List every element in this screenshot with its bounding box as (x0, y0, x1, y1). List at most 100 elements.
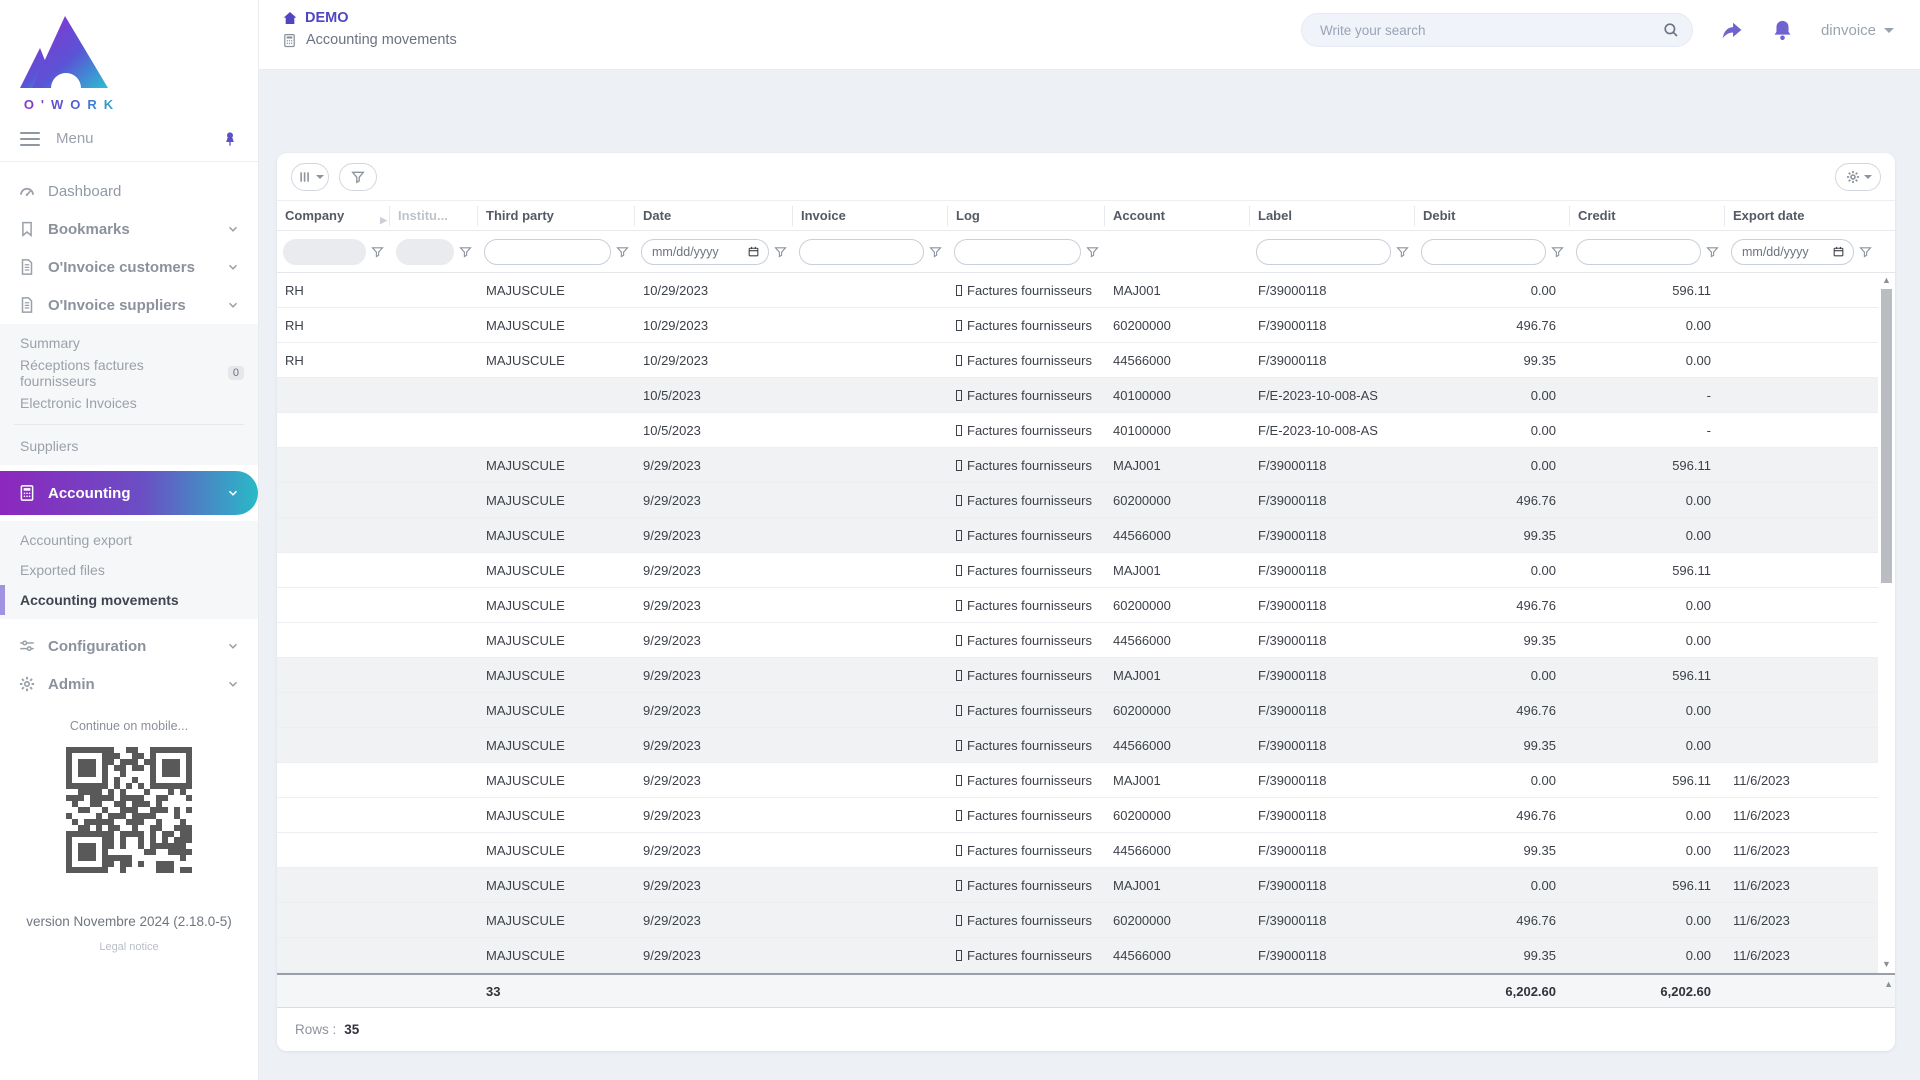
cell-export-date: 11/6/2023 (1725, 773, 1878, 788)
sidebar-item-label: Admin (48, 676, 226, 693)
sidebar-item-accounting-export[interactable]: Accounting export (0, 525, 258, 555)
column-header-label[interactable]: Label (1250, 206, 1415, 226)
funnel-icon[interactable] (1550, 244, 1566, 260)
credit-filter-input[interactable] (1576, 239, 1701, 265)
column-header-date[interactable]: Date (635, 206, 793, 226)
table-row[interactable]: RH MAJUSCULE 10/29/2023 Factures fournis… (277, 273, 1878, 308)
invoice-filter-input[interactable] (799, 239, 924, 265)
table-row[interactable]: MAJUSCULE 9/29/2023 Factures fournisseur… (277, 903, 1878, 938)
table-row[interactable]: MAJUSCULE 9/29/2023 Factures fournisseur… (277, 658, 1878, 693)
pin-menu-icon[interactable] (222, 131, 238, 147)
totals-row: 33 6,202.60 6,202.60 ▲ (277, 973, 1895, 1007)
column-header-account[interactable]: Account (1105, 206, 1250, 226)
user-menu[interactable]: dinvoice (1821, 22, 1894, 39)
table-row[interactable]: MAJUSCULE 9/29/2023 Factures fournisseur… (277, 553, 1878, 588)
sidebar-item-accounting-movements[interactable]: Accounting movements (0, 585, 258, 615)
scrollbar-thumb[interactable] (1881, 289, 1892, 583)
column-header-third-party[interactable]: Third party (478, 206, 635, 226)
export-date-filter-input[interactable]: mm/dd/yyyy (1731, 239, 1854, 265)
column-header-log[interactable]: Log (948, 206, 1105, 226)
column-header-company[interactable]: Company▶ (277, 206, 390, 226)
mobile-zone: Continue on mobile... (0, 719, 258, 878)
cell-credit: - (1570, 423, 1725, 438)
sidebar-item-oinvoice-suppliers[interactable]: O'Invoice suppliers (0, 286, 258, 324)
table-row[interactable]: RH MAJUSCULE 10/29/2023 Factures fournis… (277, 308, 1878, 343)
table-row[interactable]: MAJUSCULE 9/29/2023 Factures fournisseur… (277, 693, 1878, 728)
cell-credit: 0.00 (1570, 913, 1725, 928)
breadcrumb-root[interactable]: DEMO (282, 10, 1301, 26)
table-row[interactable]: MAJUSCULE 9/29/2023 Factures fournisseur… (277, 728, 1878, 763)
table-row[interactable]: MAJUSCULE 9/29/2023 Factures fournisseur… (277, 448, 1878, 483)
brand-wordmark: O'WORK (18, 97, 126, 112)
third-party-filter-input[interactable] (484, 239, 611, 265)
funnel-icon[interactable] (615, 244, 631, 260)
table-row[interactable]: MAJUSCULE 9/29/2023 Factures fournisseur… (277, 518, 1878, 553)
sidebar-item-configuration[interactable]: Configuration (0, 627, 258, 665)
cell-account: MAJ001 (1105, 773, 1250, 788)
search-input[interactable] (1320, 23, 1662, 38)
sidebar-item-bookmarks[interactable]: Bookmarks (0, 210, 258, 248)
table-row[interactable]: MAJUSCULE 9/29/2023 Factures fournisseur… (277, 588, 1878, 623)
cell-label: F/39000118 (1250, 843, 1415, 858)
cell-credit: 0.00 (1570, 528, 1725, 543)
filter-button[interactable] (339, 163, 377, 191)
legal-notice-link[interactable]: Legal notice (0, 941, 258, 953)
scroll-up-arrow[interactable]: ▲ (1884, 979, 1893, 989)
sidebar-item-dashboard[interactable]: Dashboard (0, 172, 258, 210)
table-row[interactable]: MAJUSCULE 9/29/2023 Factures fournisseur… (277, 833, 1878, 868)
date-filter-input[interactable]: mm/dd/yyyy (641, 239, 769, 265)
column-header-export-date[interactable]: Export date (1725, 206, 1878, 226)
cell-date: 9/29/2023 (635, 703, 793, 718)
log-filter-input[interactable] (954, 239, 1081, 265)
debit-filter-input[interactable] (1421, 239, 1546, 265)
table-settings-button[interactable] (1835, 163, 1881, 191)
table-row[interactable]: MAJUSCULE 9/29/2023 Factures fournisseur… (277, 483, 1878, 518)
column-header-debit[interactable]: Debit (1415, 206, 1570, 226)
table-row[interactable]: MAJUSCULE 9/29/2023 Factures fournisseur… (277, 798, 1878, 833)
search-icon[interactable] (1662, 21, 1680, 39)
table-row[interactable]: 10/5/2023 Factures fournisseurs 40100000… (277, 413, 1878, 448)
sidebar-item-label: Dashboard (48, 183, 240, 200)
table-row[interactable]: MAJUSCULE 9/29/2023 Factures fournisseur… (277, 763, 1878, 798)
username: dinvoice (1821, 22, 1876, 39)
table-row[interactable]: MAJUSCULE 9/29/2023 Factures fournisseur… (277, 938, 1878, 973)
scroll-down-arrow[interactable]: ▼ (1879, 957, 1894, 971)
table-row[interactable]: MAJUSCULE 9/29/2023 Factures fournisseur… (277, 868, 1878, 903)
funnel-icon[interactable] (1085, 244, 1101, 260)
table-row[interactable]: MAJUSCULE 9/29/2023 Factures fournisseur… (277, 623, 1878, 658)
calculator-icon (18, 484, 36, 502)
column-header-institution[interactable]: Institu... (390, 206, 478, 226)
label-filter-input[interactable] (1256, 239, 1391, 265)
share-icon[interactable] (1719, 18, 1744, 43)
table-row[interactable]: 10/5/2023 Factures fournisseurs 40100000… (277, 378, 1878, 413)
table-row[interactable]: RH MAJUSCULE 10/29/2023 Factures fournis… (277, 343, 1878, 378)
funnel-icon[interactable] (1858, 244, 1874, 260)
funnel-icon[interactable] (1395, 244, 1411, 260)
sidebar-item-exported-files[interactable]: Exported files (0, 555, 258, 585)
column-header-invoice[interactable]: Invoice (793, 206, 948, 226)
sidebar-item-oinvoice-customers[interactable]: O'Invoice customers (0, 248, 258, 286)
columns-button[interactable] (291, 163, 329, 191)
company-filter-input[interactable] (283, 239, 366, 265)
cell-date: 9/29/2023 (635, 948, 793, 963)
sidebar-item-electronic-invoices[interactable]: Electronic Invoices (0, 388, 258, 418)
notifications-bell-icon[interactable] (1770, 18, 1795, 43)
sidebar-item-summary[interactable]: Summary (0, 328, 258, 358)
column-header-credit[interactable]: Credit (1570, 206, 1725, 226)
hamburger-icon[interactable] (20, 132, 40, 146)
funnel-icon[interactable] (773, 244, 789, 260)
scroll-up-arrow[interactable]: ▲ (1879, 273, 1894, 287)
sidebar-item-receptions-factures[interactable]: Réceptions factures fournisseurs 0 (0, 358, 258, 388)
funnel-icon[interactable] (370, 244, 386, 260)
funnel-icon[interactable] (458, 244, 474, 260)
cell-date: 9/29/2023 (635, 773, 793, 788)
funnel-icon[interactable] (928, 244, 944, 260)
chevron-down-icon (226, 677, 240, 691)
suppliers-submenu: Summary Réceptions factures fournisseurs… (0, 324, 258, 465)
sidebar-item-accounting[interactable]: Accounting (0, 471, 258, 515)
institution-filter-input[interactable] (396, 239, 454, 265)
funnel-icon[interactable] (1705, 244, 1721, 260)
sidebar-item-suppliers[interactable]: Suppliers (0, 431, 258, 461)
chevron-down-icon (1884, 28, 1894, 33)
sidebar-item-admin[interactable]: Admin (0, 665, 258, 703)
